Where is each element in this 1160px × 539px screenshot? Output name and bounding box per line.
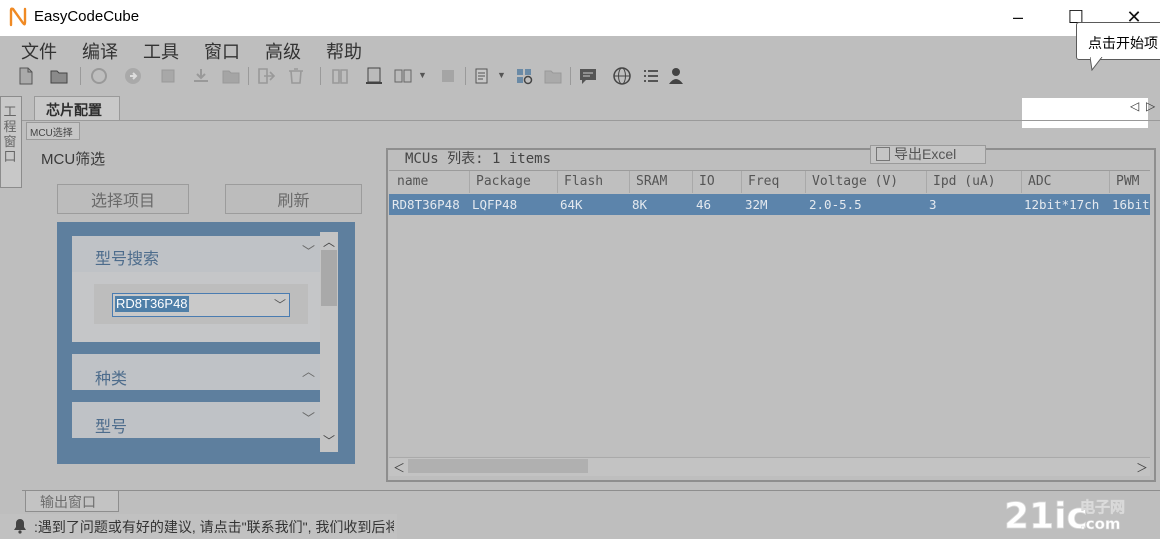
status-message[interactable]: :遇到了问题或有好的建议, 请点击"联系我们", 我们收到后将第一时间给您3 [34, 517, 394, 537]
title-bar [0, 0, 1160, 36]
manual-icon[interactable] [364, 66, 384, 86]
open-folder-icon[interactable] [49, 66, 69, 86]
menu-file[interactable]: 文件 [21, 38, 57, 64]
menu-tools[interactable]: 工具 [143, 38, 179, 64]
select-project-button[interactable]: 选择项目 [57, 184, 189, 214]
app-title: EasyCodeCube [34, 8, 140, 25]
filter-title: MCU筛选 [41, 151, 106, 168]
import-icon[interactable] [256, 66, 276, 86]
explorer-folder-icon[interactable] [543, 66, 563, 86]
minimize-button[interactable]: – [994, 0, 1042, 34]
table-cell: 46 [696, 197, 712, 212]
docs-icon[interactable] [393, 66, 413, 86]
model-search-value[interactable]: RD8T36P48 [115, 296, 189, 312]
tooltip-tail [1090, 57, 1103, 71]
watermark-logo: 21ic 电子网 .com [1004, 496, 1125, 534]
user-icon[interactable] [666, 66, 686, 86]
column-header[interactable]: Package [470, 171, 558, 193]
scroll-down-icon[interactable]: ﹀ [323, 432, 335, 449]
column-header[interactable]: name [391, 171, 470, 193]
svg-text:21ic: 21ic [1004, 496, 1088, 534]
tab-scroll-right-icon[interactable]: ▷ [1146, 99, 1155, 113]
svg-text:电子网: 电子网 [1080, 498, 1125, 516]
column-header[interactable]: Flash [558, 171, 630, 193]
project-window-tab-label: 工程窗口 [3, 104, 17, 164]
chevron-up-icon[interactable]: ︿ [302, 361, 315, 380]
filter-scrollbar-thumb[interactable] [321, 250, 337, 306]
tab-output-window-label: 输出窗口 [40, 494, 96, 510]
refresh-icon[interactable] [89, 66, 109, 86]
column-header[interactable]: PWM [1110, 171, 1150, 193]
export-excel-label: 导出Excel [894, 146, 957, 162]
message-icon[interactable] [578, 66, 598, 86]
chip-icon[interactable] [158, 66, 178, 86]
forward-icon[interactable] [123, 66, 143, 86]
column-header[interactable]: SRAM [630, 171, 693, 193]
output-divider [22, 490, 1160, 491]
menu-advanced[interactable]: 高级 [265, 38, 301, 64]
column-header[interactable]: Voltage (V) [806, 171, 927, 193]
menu-window[interactable]: 窗口 [204, 38, 240, 64]
table-cell: 16bit [1112, 197, 1150, 212]
dropdown-arrow-icon[interactable]: ▼ [418, 70, 427, 80]
globe-icon[interactable] [612, 66, 632, 86]
section-model-search-label: 型号搜索 [95, 251, 160, 268]
tab-scroll-left-icon[interactable]: ◁ [1130, 99, 1139, 113]
scroll-up-icon[interactable]: ︿ [323, 233, 335, 250]
app-logo-icon [9, 7, 27, 27]
column-header[interactable]: Freq [742, 171, 806, 193]
notes-icon[interactable] [472, 66, 492, 86]
chevron-down-icon[interactable]: ﹀ [302, 241, 315, 260]
tab-strip-divider [1022, 120, 1148, 121]
chevron-down-icon[interactable]: ﹀ [274, 296, 286, 313]
menu-compile[interactable]: 编译 [82, 38, 118, 64]
export-icon [876, 147, 890, 161]
section-model-label: 型号 [95, 419, 128, 436]
scroll-left-icon[interactable]: ＜ [393, 459, 405, 476]
dropdown-arrow-icon[interactable]: ▼ [497, 70, 506, 80]
download-icon[interactable] [191, 66, 211, 86]
chevron-down-icon[interactable]: ﹀ [302, 408, 315, 427]
folder-icon[interactable] [221, 66, 241, 86]
table-cell: 3 [929, 197, 937, 212]
new-file-icon[interactable] [16, 66, 36, 86]
table-cell: 8K [632, 197, 648, 212]
tab-chip-config-label: 芯片配置 [46, 102, 102, 118]
tab-divider [22, 120, 1160, 121]
table-scrollbar-thumb[interactable] [408, 459, 588, 473]
book-icon[interactable] [330, 66, 350, 86]
scroll-right-icon[interactable]: ＞ [1136, 459, 1148, 476]
menu-help[interactable]: 帮助 [326, 38, 362, 64]
list-icon[interactable] [641, 66, 661, 86]
table-cell: 12bit*17ch [1024, 197, 1100, 212]
mcu-list-title: MCUs 列表: 1 items [405, 151, 552, 167]
column-header[interactable]: Ipd (uA) [927, 171, 1022, 193]
table-cell: 32M [745, 197, 768, 212]
table-cell: 64K [560, 197, 583, 212]
column-header[interactable]: IO [693, 171, 742, 193]
refresh-button[interactable]: 刷新 [225, 184, 362, 214]
stop-icon[interactable] [438, 66, 458, 86]
section-category-label: 种类 [95, 371, 128, 388]
tab-mcu-select-label: MCU选择 [30, 128, 73, 139]
tooltip-text: 点击开始项 [1088, 35, 1158, 51]
windows-icon[interactable] [514, 66, 534, 86]
table-cell: 2.0-5.5 [809, 197, 862, 212]
delete-icon[interactable] [286, 66, 306, 86]
svg-text:.com: .com [1080, 515, 1121, 533]
table-cell: RD8T36P48 [392, 197, 460, 212]
table-cell: LQFP48 [472, 197, 518, 212]
bell-icon[interactable] [12, 518, 28, 534]
column-header[interactable]: ADC [1022, 171, 1110, 193]
